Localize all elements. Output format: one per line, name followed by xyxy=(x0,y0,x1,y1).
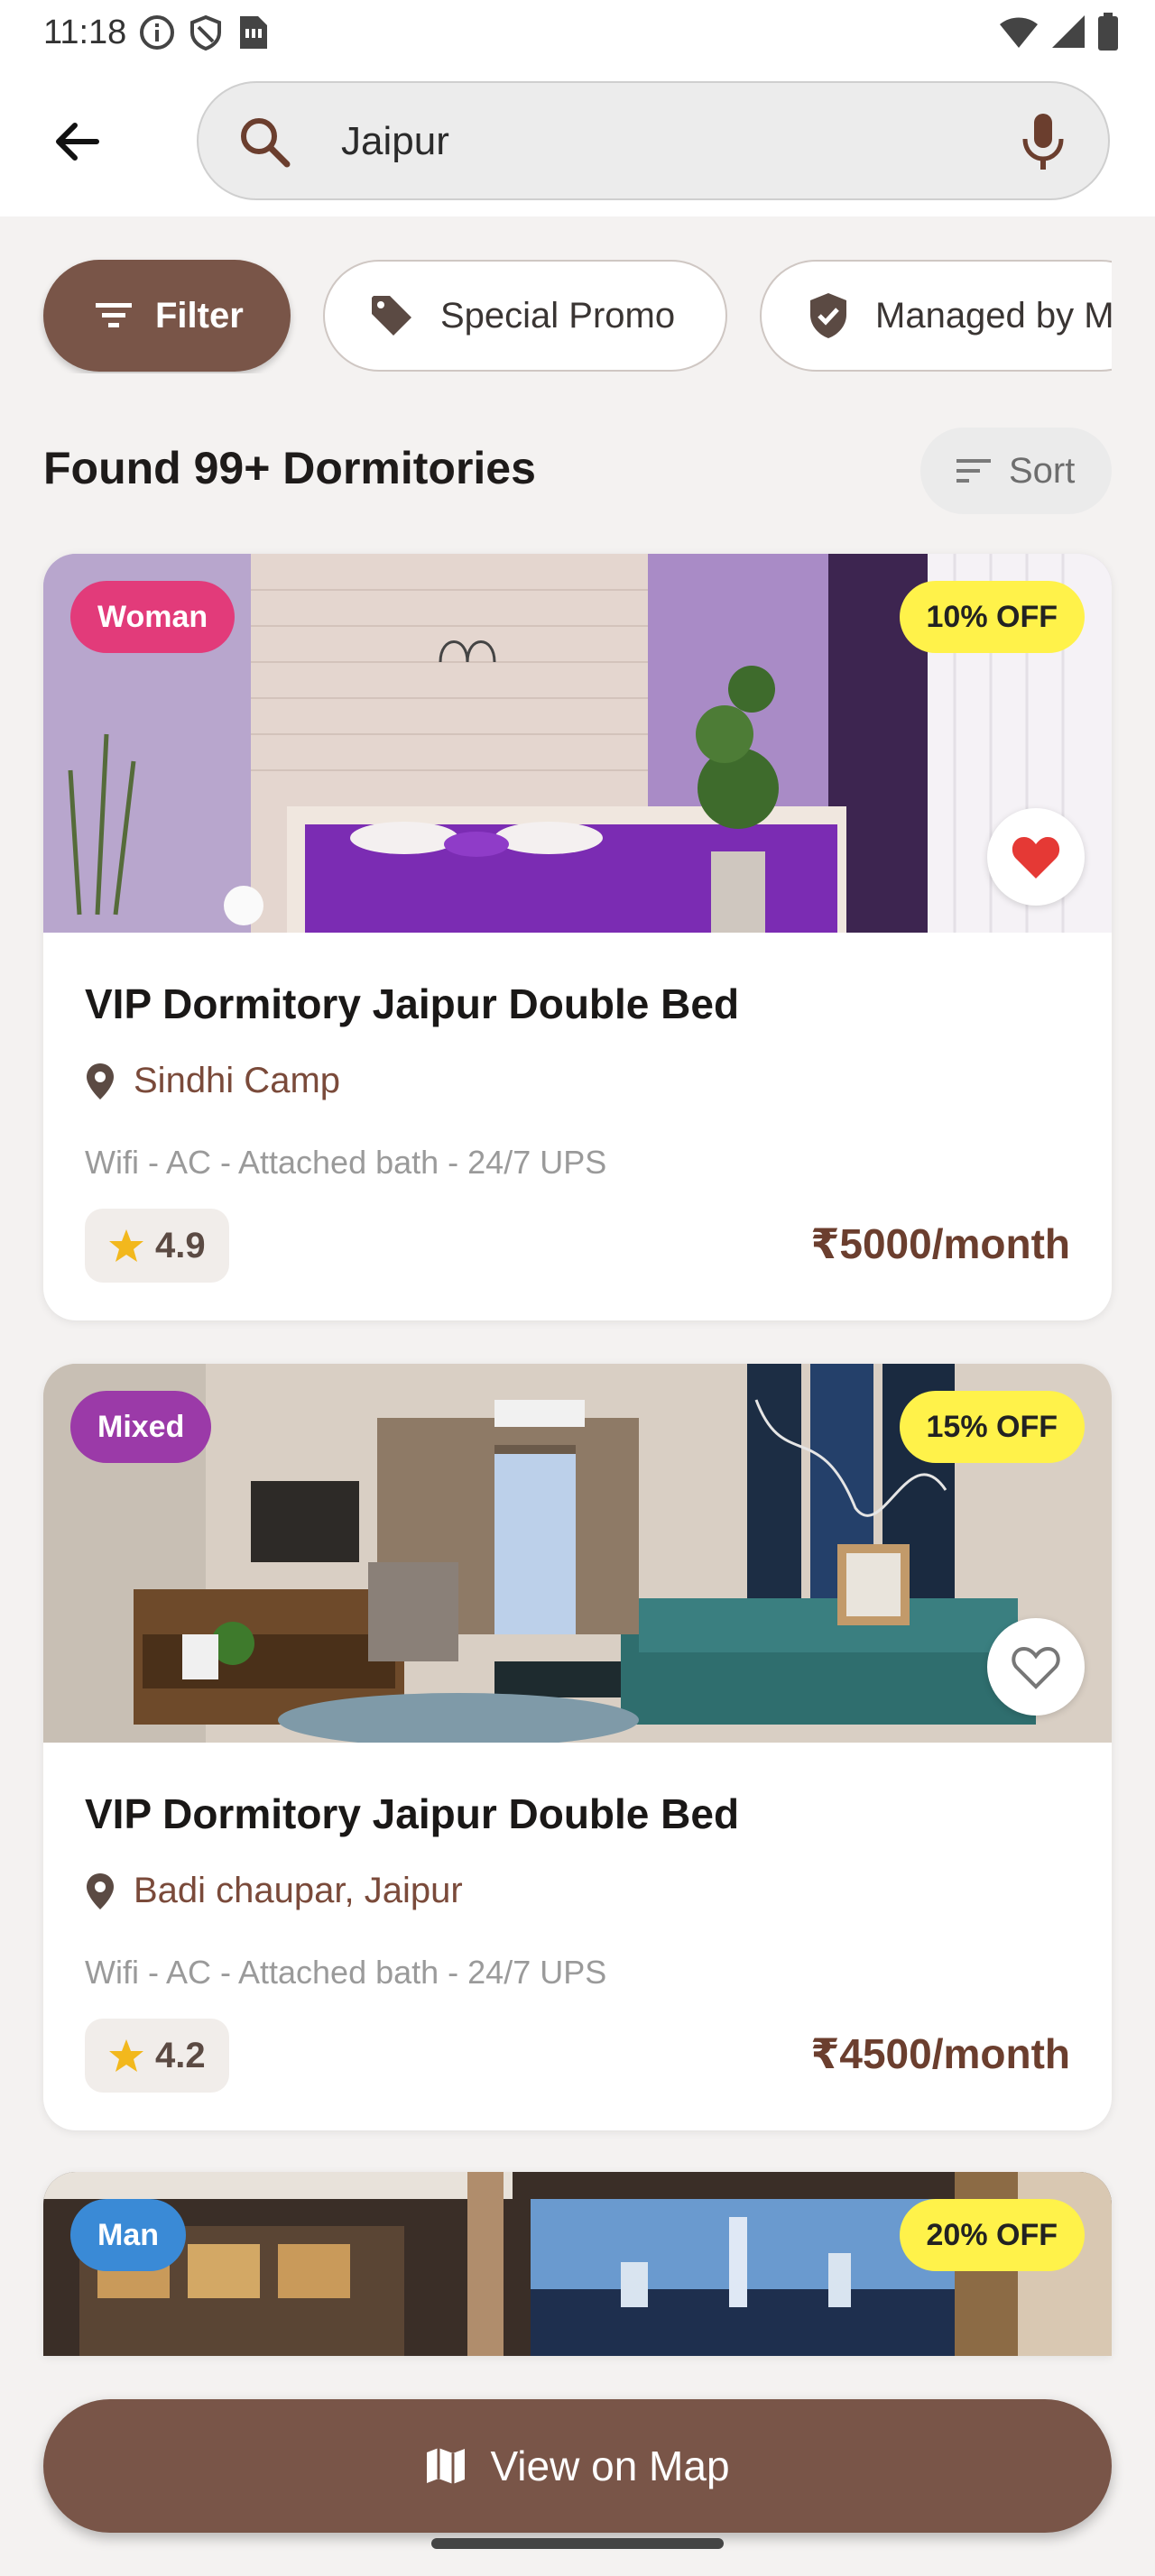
amenities-text: Wifi - AC - Attached bath - 24/7 UPS xyxy=(85,1144,607,1181)
discount-badge: 15% OFF xyxy=(899,1391,1085,1463)
mic-icon[interactable] xyxy=(1020,110,1067,173)
status-bar: 11:18 xyxy=(0,0,1155,65)
filter-chip-label: Filter xyxy=(155,295,244,336)
battery-icon xyxy=(1098,13,1118,51)
star-icon xyxy=(109,2039,143,2072)
search-icon xyxy=(241,118,291,168)
rating-badge: 4.2 xyxy=(85,2019,229,2093)
rating-badge: 4.9 xyxy=(85,1209,229,1283)
verified-shield-icon xyxy=(810,293,846,338)
filter-chip[interactable]: Filter xyxy=(43,260,291,372)
dormitory-title: VIP Dormitory Jaipur Double Bed xyxy=(85,980,740,1027)
sort-icon xyxy=(956,459,991,483)
filter-chips: Filter Special Promo Managed by M xyxy=(0,256,1112,373)
price-text: ₹5000/month xyxy=(810,1220,1070,1267)
price-text: ₹4500/month xyxy=(810,2030,1070,2077)
search-input[interactable]: Jaipur xyxy=(341,119,449,164)
card-body: VIP Dormitory Jaipur Double Bed Sindhi C… xyxy=(43,933,1112,1320)
home-indicator[interactable] xyxy=(431,2538,724,2549)
signal-icon xyxy=(1052,15,1085,48)
back-button[interactable] xyxy=(36,101,117,182)
sort-button[interactable]: Sort xyxy=(920,428,1112,514)
dormitory-photo: Mixed 15% OFF xyxy=(43,1364,1112,1743)
favorite-button[interactable] xyxy=(987,808,1085,906)
shield-icon xyxy=(190,14,222,51)
location-row: Sindhi Camp xyxy=(85,1061,340,1101)
location-text: Badi chaupar, Jaipur xyxy=(134,1871,463,1910)
gender-tag: Woman xyxy=(70,581,236,653)
tag-icon xyxy=(372,296,411,336)
sort-label: Sort xyxy=(1009,450,1076,491)
managed-by-chip[interactable]: Managed by M xyxy=(760,260,1112,372)
managed-by-label: Managed by M xyxy=(875,295,1112,336)
map-icon xyxy=(427,2448,466,2484)
rating-value: 4.9 xyxy=(155,1225,206,1265)
filter-icon xyxy=(96,303,132,327)
sim-card-icon xyxy=(240,16,268,49)
card-body: VIP Dormitory Jaipur Double Bed Badi cha… xyxy=(43,1743,1112,2130)
special-promo-label: Special Promo xyxy=(440,295,676,336)
dormitory-title: VIP Dormitory Jaipur Double Bed xyxy=(85,1790,740,1837)
rating-value: 4.2 xyxy=(155,2035,206,2075)
view-on-map-button[interactable]: View on Map xyxy=(43,2399,1112,2533)
view-on-map-label: View on Map xyxy=(490,2443,730,2489)
dormitory-photo: Man 20% OFF xyxy=(43,2172,1112,2356)
info-icon xyxy=(140,15,175,50)
gender-tag: Mixed xyxy=(70,1391,212,1463)
discount-badge: 20% OFF xyxy=(899,2199,1085,2271)
amenities-text: Wifi - AC - Attached bath - 24/7 UPS xyxy=(85,1954,607,1991)
location-pin-icon xyxy=(87,1872,114,1909)
arrow-back-icon xyxy=(56,123,99,161)
search-bar[interactable]: Jaipur xyxy=(197,81,1110,200)
dormitory-card[interactable]: Man 20% OFF xyxy=(43,2172,1112,2356)
dormitory-card[interactable]: Woman 10% OFF VIP Dormitory Jaipur Doubl… xyxy=(43,554,1112,1320)
location-pin-icon xyxy=(87,1063,114,1099)
results-count-heading: Found 99+ Dormitories xyxy=(43,443,536,493)
dormitory-photo: Woman 10% OFF xyxy=(43,554,1112,933)
discount-badge: 10% OFF xyxy=(899,581,1085,653)
gender-tag: Man xyxy=(70,2199,186,2271)
heart-outline-icon xyxy=(1012,1646,1060,1689)
dormitory-card[interactable]: Mixed 15% OFF VIP Dormitory Jaipur Doubl… xyxy=(43,1364,1112,2130)
special-promo-chip[interactable]: Special Promo xyxy=(323,260,727,372)
star-icon xyxy=(109,1229,143,1262)
favorite-button[interactable] xyxy=(987,1618,1085,1716)
location-text: Sindhi Camp xyxy=(134,1061,341,1100)
heart-filled-icon xyxy=(1012,837,1060,879)
search-header: Jaipur xyxy=(0,65,1155,216)
wifi-icon xyxy=(1000,17,1038,48)
location-row: Badi chaupar, Jaipur xyxy=(85,1871,463,1911)
status-time: 11:18 xyxy=(43,13,127,51)
